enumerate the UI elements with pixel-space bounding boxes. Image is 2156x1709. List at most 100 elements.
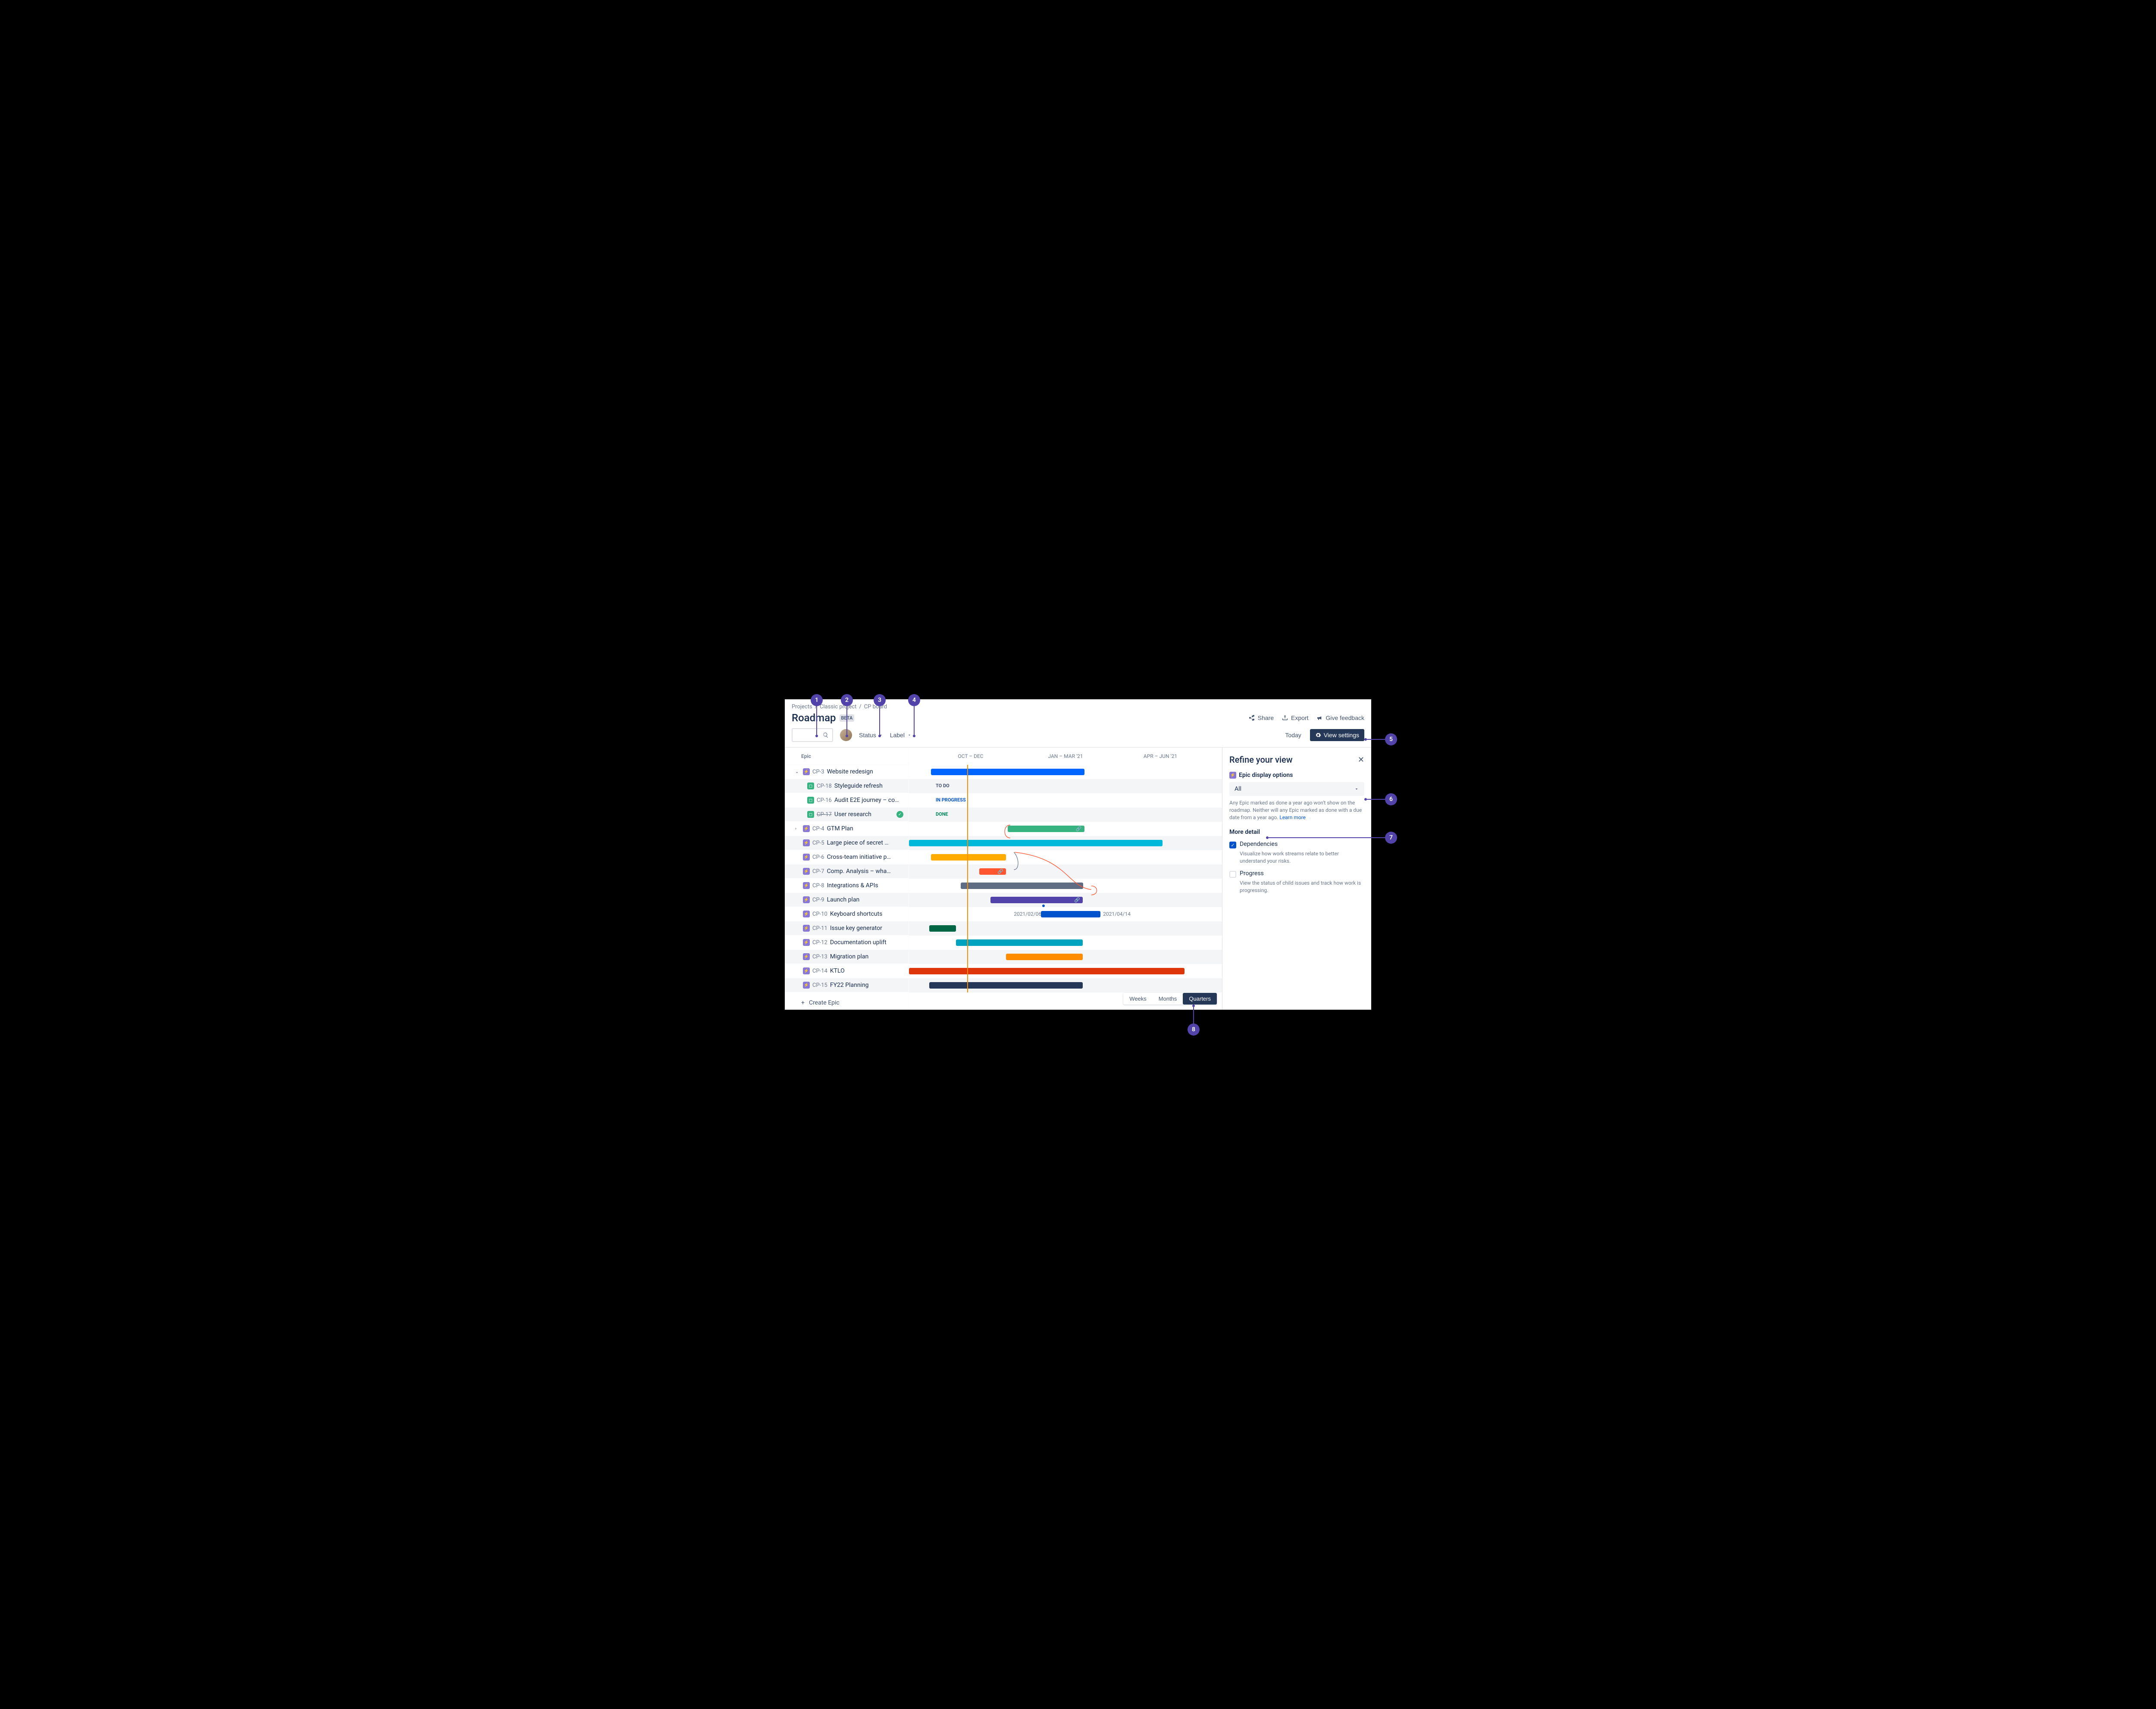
timeline-row[interactable]: TO DO	[909, 779, 1222, 793]
megaphone-icon	[1316, 714, 1323, 721]
view-settings-button[interactable]: View settings	[1310, 729, 1364, 741]
annotation-8: 8	[1188, 1024, 1200, 1036]
story-icon: ◻	[807, 811, 814, 818]
zoom-quarters[interactable]: Quarters	[1183, 993, 1217, 1005]
timeline-col: APR – JUN '21	[1113, 748, 1208, 765]
epic-bar[interactable]	[956, 939, 1083, 946]
timeline-row[interactable]: 🔗	[909, 864, 1222, 879]
epic-row[interactable]: ⚡CP-9Launch plan	[785, 893, 909, 907]
epic-bar[interactable]	[961, 883, 1084, 889]
label-filter[interactable]: Label	[890, 732, 912, 739]
epic-row[interactable]: ⚡CP-14KTLO	[785, 964, 909, 978]
dependencies-checkbox[interactable]: ✓	[1229, 842, 1236, 848]
epic-row[interactable]: ⚡CP-11Issue key generator	[785, 921, 909, 936]
export-button[interactable]: Export	[1282, 714, 1308, 721]
status-filter[interactable]: Status	[859, 732, 883, 739]
timeline-col: OCT – DEC	[923, 748, 1018, 765]
epic-row[interactable]: ⚡CP-7Comp. Analysis – what's out the…	[785, 864, 909, 879]
page-title: Roadmap	[792, 712, 836, 724]
epic-icon: ⚡	[803, 953, 810, 960]
epic-icon: ⚡	[803, 925, 810, 932]
story-row[interactable]: ◻CP-16Audit E2E journey – consu…	[785, 793, 909, 808]
timeline-row[interactable]	[909, 950, 1222, 964]
epic-bar[interactable]: 🔗	[990, 897, 1083, 903]
plus-icon: +	[801, 999, 805, 1006]
timeline-row[interactable]	[909, 836, 1222, 850]
link-icon: 🔗	[1076, 826, 1082, 832]
crumb-board[interactable]: CP board	[864, 704, 887, 710]
epic-bar[interactable]: 🔗	[979, 868, 1006, 875]
timeline-row[interactable]: DONE	[909, 808, 1222, 822]
timeline-row[interactable]: 🔗	[909, 893, 1222, 907]
chevron-icon[interactable]: ›	[795, 826, 800, 831]
epic-row[interactable]: ⌄⚡CP-3Website redesign	[785, 765, 909, 779]
chevron-icon[interactable]: ⌄	[795, 770, 800, 774]
epic-icon: ⚡	[803, 967, 810, 974]
epic-row[interactable]: ⚡CP-15FY22 Planning	[785, 978, 909, 992]
share-icon	[1248, 714, 1255, 721]
timeline-pane[interactable]: OCT – DEC JAN – MAR '21 APR – JUN '21 TO…	[909, 748, 1222, 1010]
today-button[interactable]: Today	[1280, 729, 1306, 741]
toolbar: Status Label Today View settings	[785, 728, 1371, 747]
issue-summary: Issue key generator	[830, 925, 882, 932]
epic-bar[interactable]	[1041, 911, 1100, 917]
progress-checkbox[interactable]	[1229, 871, 1236, 878]
epic-row[interactable]: ⚡CP-12Documentation uplift	[785, 936, 909, 950]
epic-row[interactable]: ⚡CP-13Migration plan	[785, 950, 909, 964]
issue-key: CP-4	[812, 826, 824, 832]
epic-row[interactable]: ⚡CP-5Large piece of secret work	[785, 836, 909, 850]
epic-bar[interactable]: 🔗	[1008, 826, 1084, 832]
search-input[interactable]	[792, 728, 833, 742]
issue-summary: Large piece of secret work	[827, 839, 892, 846]
issue-key: CP-10	[812, 911, 827, 917]
chevron-down-icon	[879, 733, 883, 737]
epic-bar[interactable]	[1006, 954, 1083, 960]
timeline-row[interactable]	[909, 850, 1222, 864]
epic-bar[interactable]	[931, 854, 1006, 861]
epic-icon: ⚡	[803, 868, 810, 875]
issue-summary: Keyboard shortcuts	[830, 911, 882, 917]
issue-key: CP-5	[812, 840, 824, 846]
epic-bar[interactable]	[929, 982, 1083, 989]
timeline-row[interactable]	[909, 765, 1222, 779]
epic-row[interactable]: ›⚡CP-4GTM Plan	[785, 822, 909, 836]
issue-key: CP-7	[812, 868, 824, 875]
zoom-months[interactable]: Months	[1153, 993, 1183, 1005]
feedback-button[interactable]: Give feedback	[1316, 714, 1365, 721]
create-epic-button[interactable]: + Create Epic	[785, 995, 909, 1010]
epic-bar[interactable]	[909, 968, 1185, 974]
timeline-row[interactable]	[909, 978, 1222, 992]
learn-more-link[interactable]: Learn more	[1279, 814, 1306, 820]
issue-key: CP-6	[812, 854, 824, 861]
status-label: DONE	[936, 811, 948, 817]
assignee-avatar[interactable]	[840, 729, 852, 741]
zoom-weeks[interactable]: Weeks	[1123, 993, 1153, 1005]
timeline-row[interactable]: IN PROGRESS	[909, 793, 1222, 808]
epic-icon: ⚡	[803, 911, 810, 917]
story-row[interactable]: ◻CP-17User research✓	[785, 808, 909, 822]
timeline-row[interactable]: 🔗	[909, 822, 1222, 836]
timeline-row[interactable]: 2021/02/062021/04/14	[909, 907, 1222, 921]
issue-key: CP-8	[812, 883, 824, 889]
timeline-row[interactable]	[909, 879, 1222, 893]
story-row[interactable]: ◻CP-18Styleguide refresh	[785, 779, 909, 793]
close-icon[interactable]: ✕	[1358, 755, 1364, 764]
epic-display-select[interactable]: All	[1229, 782, 1364, 796]
issue-summary: Cross-team initiative planning	[827, 854, 892, 861]
timeline-row[interactable]	[909, 964, 1222, 978]
epic-row[interactable]: ⚡CP-8Integrations & APIs	[785, 879, 909, 893]
crumb-projects[interactable]: Projects	[792, 704, 812, 710]
share-button[interactable]: Share	[1248, 714, 1274, 721]
epic-icon: ⚡	[803, 854, 810, 861]
crumb-classic[interactable]: Classic project	[820, 704, 856, 710]
epic-bar[interactable]	[931, 769, 1084, 775]
annotation-5: 5	[1385, 733, 1397, 745]
epic-bar[interactable]	[929, 925, 956, 932]
epic-row[interactable]: ⚡CP-6Cross-team initiative planning	[785, 850, 909, 864]
gear-icon	[1315, 732, 1321, 738]
epic-row[interactable]: ⚡CP-10Keyboard shortcuts	[785, 907, 909, 921]
timeline-row[interactable]	[909, 921, 1222, 936]
epic-bar[interactable]	[909, 840, 1163, 846]
board: Epic ⌄⚡CP-3Website redesign◻CP-18Stylegu…	[785, 747, 1371, 1010]
timeline-row[interactable]	[909, 936, 1222, 950]
